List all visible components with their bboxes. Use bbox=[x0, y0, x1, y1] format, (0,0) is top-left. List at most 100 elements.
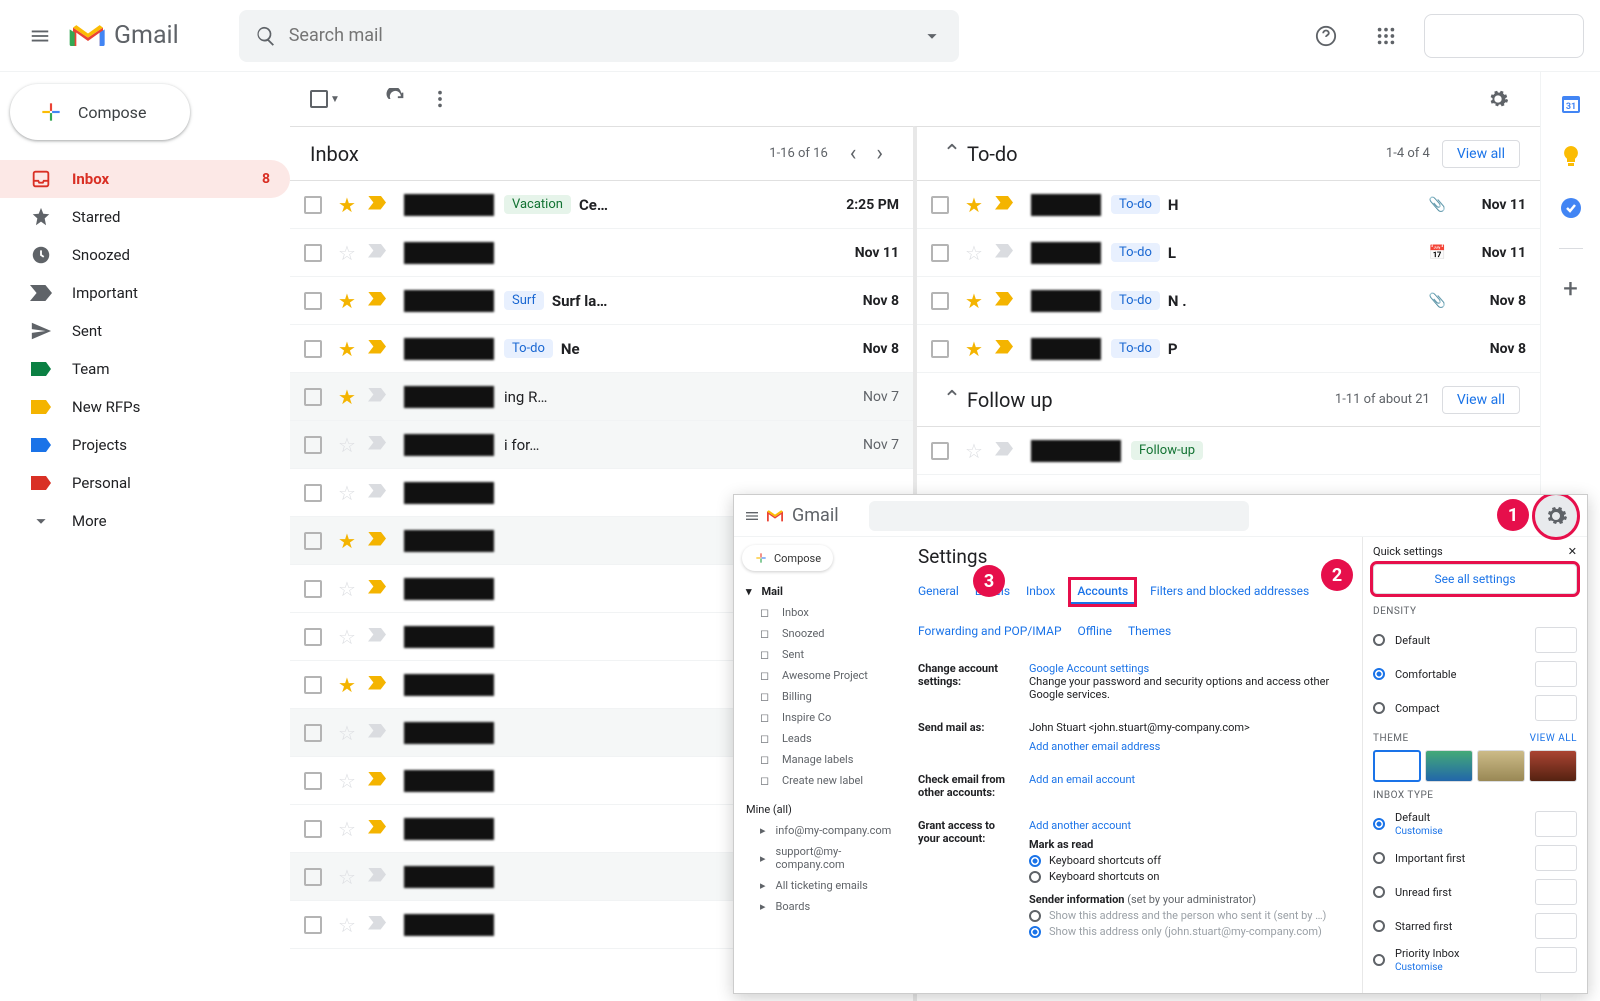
important-icon[interactable] bbox=[368, 340, 390, 358]
theme-view-all[interactable]: View all bbox=[1530, 733, 1577, 744]
important-icon[interactable] bbox=[368, 244, 390, 262]
density-option-comfortable[interactable]: Comfortable bbox=[1373, 657, 1577, 691]
row-checkbox[interactable] bbox=[304, 580, 322, 598]
overlay-nav-mine-item[interactable]: ▸Boards bbox=[742, 896, 896, 917]
google-account-settings-link[interactable]: Google Account settings bbox=[1029, 662, 1348, 675]
row-checkbox[interactable] bbox=[304, 196, 322, 214]
gmail-logo[interactable]: Gmail bbox=[68, 21, 179, 51]
overlay-gear-button[interactable] bbox=[1535, 495, 1577, 537]
star-icon[interactable]: ★ bbox=[963, 337, 985, 361]
row-checkbox[interactable] bbox=[304, 292, 322, 310]
mail-row[interactable]: ☆ i for… Nov 7 bbox=[290, 421, 913, 469]
overlay-tab-offline[interactable]: Offline bbox=[1078, 620, 1112, 642]
important-icon[interactable] bbox=[368, 676, 390, 694]
apps-button[interactable] bbox=[1364, 14, 1408, 58]
sidebar-item-projects[interactable]: Projects bbox=[0, 426, 290, 464]
select-all-checkbox[interactable]: ▼ bbox=[310, 90, 350, 108]
density-option-default[interactable]: Default bbox=[1373, 623, 1577, 657]
overlay-hamburger-icon[interactable] bbox=[744, 508, 760, 524]
overlay-nav-inspire-co[interactable]: ◻Inspire Co bbox=[742, 707, 896, 728]
add-email-account-link[interactable]: Add an email account bbox=[1029, 773, 1135, 786]
important-icon[interactable] bbox=[368, 532, 390, 550]
star-icon[interactable]: ☆ bbox=[336, 241, 358, 265]
star-icon[interactable]: ☆ bbox=[336, 769, 358, 793]
star-icon[interactable]: ★ bbox=[336, 529, 358, 553]
sidebar-item-team[interactable]: Team bbox=[0, 350, 290, 388]
radio-shortcuts-on[interactable]: Keyboard shortcuts on bbox=[1029, 870, 1348, 883]
overlay-tab-forwarding-and-pop-imap[interactable]: Forwarding and POP/IMAP bbox=[918, 620, 1062, 642]
sidebar-item-more[interactable]: More bbox=[0, 502, 290, 540]
star-icon[interactable]: ☆ bbox=[336, 913, 358, 937]
overlay-nav-inbox[interactable]: ◻Inbox bbox=[742, 602, 896, 623]
followup-view-all[interactable]: View all bbox=[1442, 386, 1520, 414]
overlay-tab-filters-and-blocked-addresses[interactable]: Filters and blocked addresses bbox=[1150, 580, 1309, 604]
account-box[interactable] bbox=[1424, 14, 1584, 58]
mail-row[interactable]: ★ To-do H 📎 Nov 11 bbox=[917, 181, 1540, 229]
add-email-address-link[interactable]: Add another email address bbox=[1029, 740, 1348, 753]
search-options-icon[interactable] bbox=[921, 25, 943, 47]
mail-row[interactable]: ★ Surf Surf la… Nov 8 bbox=[290, 277, 913, 325]
important-icon[interactable] bbox=[368, 388, 390, 406]
theme-thumb-1[interactable] bbox=[1373, 750, 1421, 782]
overlay-nav-snoozed[interactable]: ◻Snoozed bbox=[742, 623, 896, 644]
star-icon[interactable]: ☆ bbox=[336, 481, 358, 505]
sidebar-item-new-rfps[interactable]: New RFPs bbox=[0, 388, 290, 426]
row-checkbox[interactable] bbox=[304, 820, 322, 838]
important-icon[interactable] bbox=[368, 580, 390, 598]
overlay-compose-button[interactable]: Compose bbox=[742, 545, 833, 571]
calendar-addon[interactable]: 31 bbox=[1559, 92, 1583, 116]
row-checkbox[interactable] bbox=[304, 628, 322, 646]
important-icon[interactable] bbox=[368, 484, 390, 502]
overlay-tab-accounts[interactable]: Accounts bbox=[1071, 580, 1134, 604]
row-checkbox[interactable] bbox=[304, 916, 322, 934]
overlay-search[interactable] bbox=[869, 501, 1249, 531]
mail-row[interactable]: ★ Vacation Ce… 2:25 PM bbox=[290, 181, 913, 229]
search-bar[interactable] bbox=[239, 10, 959, 62]
add-another-account-link[interactable]: Add another account bbox=[1029, 819, 1348, 832]
star-icon[interactable]: ☆ bbox=[336, 433, 358, 457]
row-checkbox[interactable] bbox=[304, 532, 322, 550]
star-icon[interactable]: ★ bbox=[336, 337, 358, 361]
sidebar-item-snoozed[interactable]: Snoozed bbox=[0, 236, 290, 274]
important-icon[interactable] bbox=[368, 868, 390, 886]
row-checkbox[interactable] bbox=[304, 484, 322, 502]
mail-row[interactable]: ★ To-do Ne Nov 8 bbox=[290, 325, 913, 373]
quick-settings-close[interactable]: ✕ bbox=[1568, 545, 1577, 558]
theme-thumb-3[interactable] bbox=[1477, 750, 1525, 782]
settings-gear-button[interactable] bbox=[1476, 77, 1520, 121]
overlay-nav-mail[interactable]: ▾Mail bbox=[742, 581, 896, 602]
row-checkbox[interactable] bbox=[304, 436, 322, 454]
important-icon[interactable] bbox=[995, 340, 1017, 358]
row-checkbox[interactable] bbox=[304, 772, 322, 790]
sidebar-item-important[interactable]: Important bbox=[0, 274, 290, 312]
important-icon[interactable] bbox=[368, 820, 390, 838]
overlay-nav-leads[interactable]: ◻Leads bbox=[742, 728, 896, 749]
star-icon[interactable]: ☆ bbox=[336, 721, 358, 745]
inbox-type-default[interactable]: DefaultCustomise bbox=[1373, 807, 1577, 841]
row-checkbox[interactable] bbox=[304, 868, 322, 886]
search-input[interactable] bbox=[289, 25, 921, 46]
important-icon[interactable] bbox=[368, 916, 390, 934]
todo-collapse[interactable]: ⌃ bbox=[937, 141, 967, 166]
important-icon[interactable] bbox=[995, 196, 1017, 214]
star-icon[interactable]: ☆ bbox=[336, 865, 358, 889]
star-icon[interactable]: ★ bbox=[336, 289, 358, 313]
refresh-button[interactable] bbox=[374, 77, 418, 121]
row-checkbox[interactable] bbox=[304, 244, 322, 262]
important-icon[interactable] bbox=[995, 442, 1017, 460]
important-icon[interactable] bbox=[995, 292, 1017, 310]
see-all-settings-button[interactable]: See all settings bbox=[1373, 564, 1577, 594]
overlay-nav-billing[interactable]: ◻Billing bbox=[742, 686, 896, 707]
important-icon[interactable] bbox=[368, 436, 390, 454]
overlay-gmail-logo[interactable]: Gmail bbox=[764, 505, 839, 526]
star-icon[interactable]: ★ bbox=[963, 289, 985, 313]
mail-row[interactable]: ★ To-do P Nov 8 bbox=[917, 325, 1540, 373]
important-icon[interactable] bbox=[368, 724, 390, 742]
row-checkbox[interactable] bbox=[931, 292, 949, 310]
row-checkbox[interactable] bbox=[304, 676, 322, 694]
star-icon[interactable]: ☆ bbox=[336, 577, 358, 601]
important-icon[interactable] bbox=[368, 196, 390, 214]
sidebar-item-inbox[interactable]: Inbox 8 bbox=[0, 160, 290, 198]
important-icon[interactable] bbox=[368, 772, 390, 790]
overlay-tab-themes[interactable]: Themes bbox=[1128, 620, 1171, 642]
